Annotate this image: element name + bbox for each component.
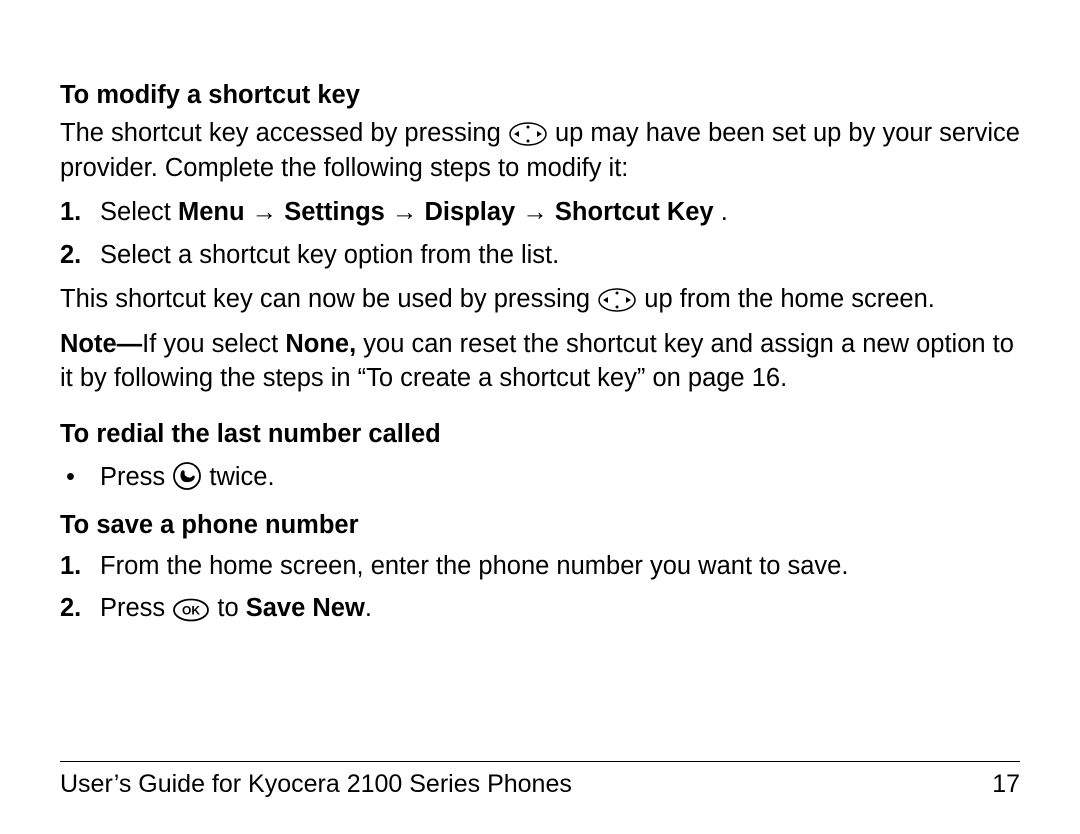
step-number: 1. xyxy=(60,195,81,229)
text: From the home screen, enter the phone nu… xyxy=(100,552,848,580)
ok-key-icon: OK xyxy=(172,594,217,622)
text: Select xyxy=(100,198,178,226)
text: Menu xyxy=(178,198,252,226)
text: . xyxy=(721,198,728,226)
modify-intro: The shortcut key accessed by pressing up… xyxy=(60,116,1020,185)
text: . xyxy=(365,594,372,622)
svg-text:OK: OK xyxy=(182,604,200,618)
text: up from the home screen. xyxy=(644,285,935,313)
list-item: • Press twice. xyxy=(60,460,1020,494)
step-number: 1. xyxy=(60,549,81,583)
text: Select a shortcut key option from the li… xyxy=(100,241,559,269)
nav-key-icon xyxy=(508,119,555,147)
arrow-icon: → xyxy=(392,198,418,226)
step-number: 2. xyxy=(60,238,81,272)
text: Press xyxy=(100,463,172,491)
modify-steps: 1. Select Menu → Settings → Display → Sh… xyxy=(60,195,1020,272)
list-item: 1. From the home screen, enter the phone… xyxy=(60,549,1020,583)
text: Settings xyxy=(284,198,392,226)
page-footer: User’s Guide for Kyocera 2100 Series Pho… xyxy=(60,761,1020,802)
list-item: 2. Press OK to Save New. xyxy=(60,591,1020,625)
text: Save New xyxy=(246,594,365,622)
page-number: 17 xyxy=(992,768,1020,802)
note-label: Note— xyxy=(60,330,142,358)
call-key-icon xyxy=(172,463,209,491)
arrow-icon: → xyxy=(252,198,278,226)
footer-title: User’s Guide for Kyocera 2100 Series Pho… xyxy=(60,768,572,802)
text: The shortcut key accessed by pressing xyxy=(60,119,508,147)
step-number: 2. xyxy=(60,591,81,625)
heading-redial: To redial the last number called xyxy=(60,417,1020,451)
text: Shortcut Key xyxy=(555,198,714,226)
save-steps: 1. From the home screen, enter the phone… xyxy=(60,549,1020,626)
heading-save-number: To save a phone number xyxy=(60,508,1020,542)
modify-note: Note—If you select None, you can reset t… xyxy=(60,327,1020,396)
text: Display xyxy=(425,198,523,226)
text: to xyxy=(217,594,245,622)
nav-key-icon xyxy=(597,285,644,313)
document-page: To modify a shortcut key The shortcut ke… xyxy=(0,0,1080,834)
menu-path: Menu → Settings → Display → Shortcut Key xyxy=(178,198,721,226)
text: Press xyxy=(100,594,172,622)
list-item: 1. Select Menu → Settings → Display → Sh… xyxy=(60,195,1020,229)
modify-after: This shortcut key can now be used by pre… xyxy=(60,282,1020,316)
text: None, xyxy=(285,330,356,358)
heading-modify-shortcut: To modify a shortcut key xyxy=(60,78,1020,112)
bullet-icon: • xyxy=(66,460,75,494)
arrow-icon: → xyxy=(522,198,548,226)
text: twice. xyxy=(209,463,274,491)
text: If you select xyxy=(142,330,285,358)
text: This shortcut key can now be used by pre… xyxy=(60,285,597,313)
list-item: 2. Select a shortcut key option from the… xyxy=(60,238,1020,272)
